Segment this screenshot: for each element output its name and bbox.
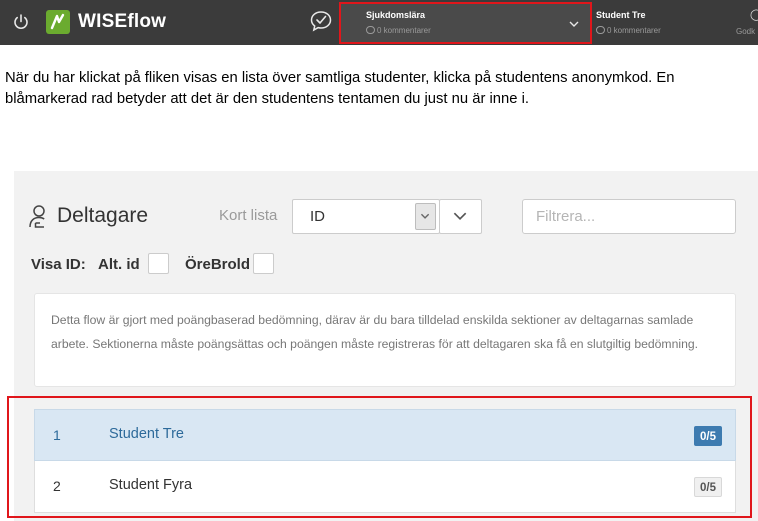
score-badge: 0/5 [694,426,722,446]
chevron-down-icon [453,212,467,221]
alt-id-label: Alt. id [98,256,140,273]
panel-title: Deltagare [57,204,149,227]
participant-number: 2 [53,478,61,494]
score-badge: 0/5 [694,477,722,497]
chevron-down-icon [569,21,579,27]
participant-row[interactable]: 1 Student Tre 0/5 [34,409,736,461]
current-student-comments: 0 kommentarer [596,26,661,35]
filter-input[interactable] [522,199,736,234]
instruction-text: När du har klickat på fliken visas en li… [5,70,675,107]
top-navigation-bar: WISEflow Sjukdomslära 0 kommentarer Stud… [0,0,758,45]
participant-number: 1 [53,427,61,443]
participant-list: 1 Student Tre 0/5 2 Student Fyra 0/5 [34,409,736,513]
course-comments-label: 0 kommentarer [377,26,431,35]
power-icon[interactable] [12,13,30,31]
brand-name: WISEflow [78,11,167,32]
participant-name[interactable]: Student Fyra [109,477,192,493]
grading-info-box: Detta flow är gjort med poängbaserad bed… [34,293,736,387]
sort-select[interactable]: ID [292,199,440,234]
course-selector[interactable]: Sjukdomslära 0 kommentarer [339,2,592,44]
short-list-label: Kort lista [219,207,278,224]
status-icon: ◯ [750,9,758,21]
wiseflow-logo-icon [46,10,70,34]
participant-row[interactable]: 2 Student Fyra 0/5 [34,461,736,513]
participants-panel: Deltagare Kort lista ID Visa ID: Alt. id… [14,171,758,521]
current-student-name: Student Tre [596,10,646,20]
current-student-comments-label: 0 kommentarer [607,26,661,35]
orebrold-label: ÖreBrold [185,256,251,273]
course-comments: 0 kommentarer [366,26,431,35]
course-name: Sjukdomslära [366,10,426,20]
participant-name[interactable]: Student Tre [109,426,184,442]
current-student[interactable]: Student Tre 0 kommentarer [596,10,661,35]
participants-icon [29,205,45,228]
alt-id-checkbox[interactable] [148,253,169,274]
status-label: Godk [736,27,756,36]
chevron-down-icon [420,213,430,219]
comment-check-icon[interactable] [309,10,333,32]
select-arrow[interactable] [415,203,436,230]
sort-select-value: ID [310,208,325,225]
sort-direction-button[interactable] [439,199,482,234]
orebrold-checkbox[interactable] [253,253,274,274]
show-id-label: Visa ID: [31,256,86,273]
comment-icon [596,26,605,34]
comment-icon [366,26,375,34]
